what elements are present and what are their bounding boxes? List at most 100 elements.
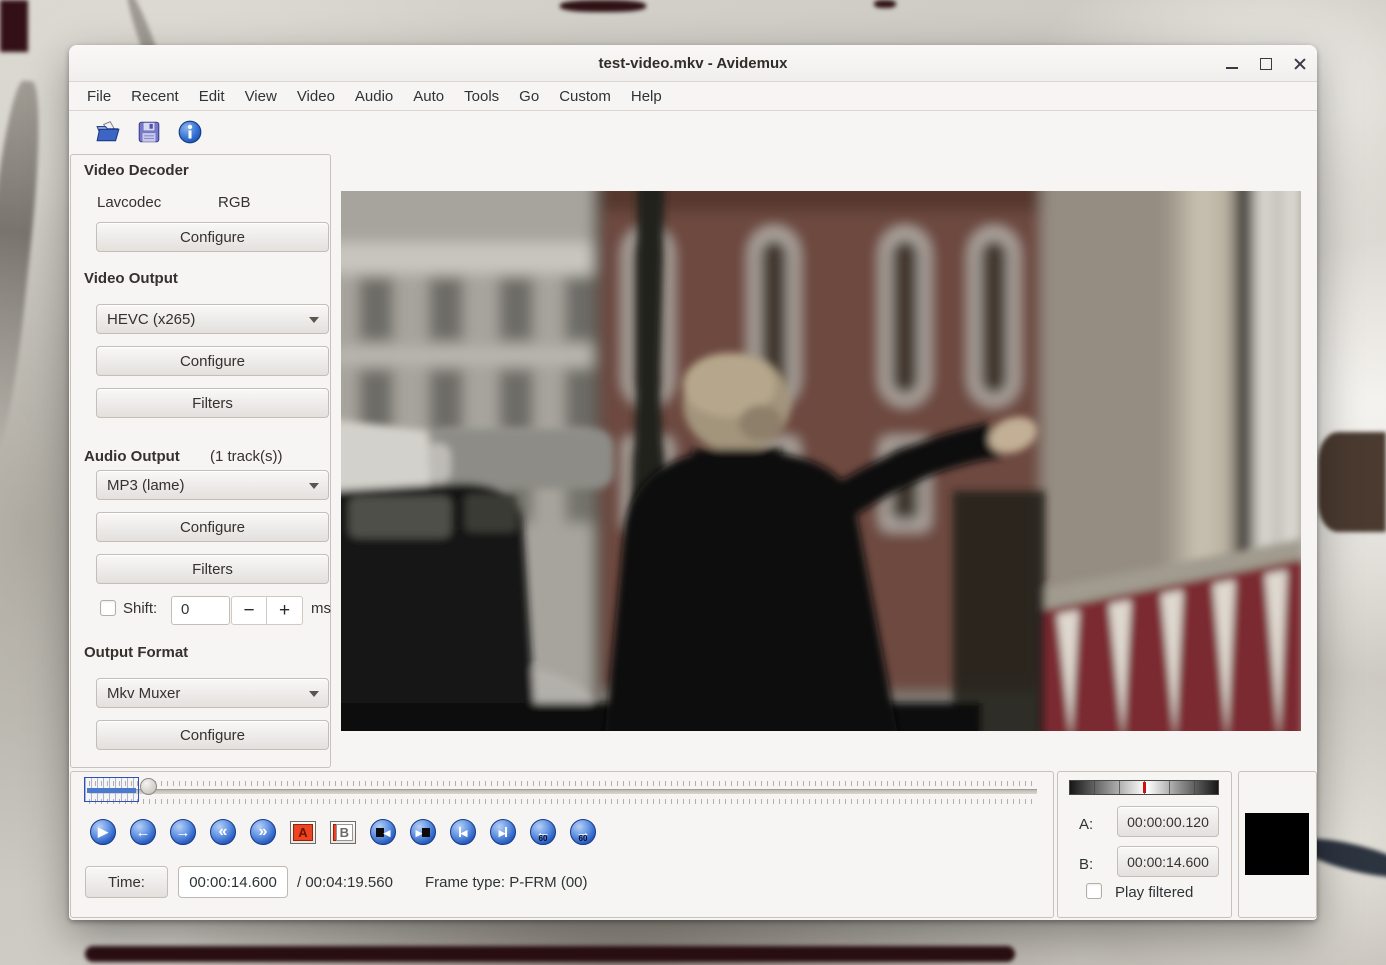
menu-edit[interactable]: Edit <box>189 83 235 110</box>
audio-output-heading: Audio Output <box>84 448 180 465</box>
mark-b-button[interactable]: B <box>330 821 356 844</box>
close-button[interactable] <box>1289 53 1311 75</box>
next-keyframe-button[interactable]: » <box>250 819 276 845</box>
information-button[interactable] <box>177 119 203 145</box>
open-file-button[interactable] <box>95 119 121 145</box>
seek-ticks-top <box>89 781 1037 786</box>
menu-tools[interactable]: Tools <box>454 83 509 110</box>
shift-value-input[interactable]: 0 <box>171 596 230 625</box>
double-arrow-left-icon: « <box>219 824 228 840</box>
mark-a-icon: A <box>293 824 313 841</box>
video-frame <box>341 191 1301 731</box>
play-filtered-label: Play filtered <box>1115 884 1193 901</box>
audio-meter-panel <box>1238 771 1317 918</box>
menu-audio[interactable]: Audio <box>345 83 403 110</box>
current-time-input[interactable]: 00:00:14.600 <box>178 866 288 898</box>
menu-file[interactable]: File <box>77 83 121 110</box>
time-selector-button[interactable]: Time: <box>85 866 168 898</box>
chevron-down-icon <box>309 691 319 702</box>
desktop-texture-vein <box>0 79 48 461</box>
seek-slider[interactable] <box>89 789 1037 794</box>
marker-b-label: B: <box>1079 856 1093 873</box>
black-frame-icon <box>376 828 384 837</box>
video-decoder-configure-button[interactable]: Configure <box>96 222 329 252</box>
video-decoder-engine: Lavcodec <box>97 194 161 211</box>
ab-selection-region[interactable] <box>84 777 139 802</box>
triangle-left-icon: ◂ <box>461 826 468 839</box>
save-icon <box>136 119 162 145</box>
video-decoder-mode: RGB <box>218 194 251 211</box>
audio-track-count: (1 track(s)) <box>210 448 283 465</box>
output-format-muxer-value: Mkv Muxer <box>107 685 180 702</box>
video-output-codec-value: HEVC (x265) <box>107 311 195 328</box>
info-icon <box>177 119 203 145</box>
shift-checkbox[interactable] <box>100 600 116 616</box>
mark-b-letter: B <box>336 824 353 841</box>
output-format-configure-button[interactable]: Configure <box>96 720 329 750</box>
output-format-heading: Output Format <box>84 644 188 661</box>
audio-output-configure-button[interactable]: Configure <box>96 512 329 542</box>
menu-recent[interactable]: Recent <box>121 83 189 110</box>
shift-label: Shift: <box>123 600 157 617</box>
black-frame-icon <box>422 828 430 837</box>
ab-selection-bar <box>87 788 136 793</box>
seek-ticks-bottom <box>89 799 1037 804</box>
desktop-texture-vein <box>874 0 896 8</box>
menubar: File Recent Edit View Video Audio Auto T… <box>69 83 1317 111</box>
codec-sidebar: Video Decoder Lavcodec RGB Configure Vid… <box>70 154 331 768</box>
avidemux-window: test-video.mkv - Avidemux File Recent Ed… <box>69 45 1317 920</box>
menu-view[interactable]: View <box>235 83 287 110</box>
marker-a-label: A: <box>1079 816 1093 833</box>
mark-a-button[interactable]: A <box>290 821 316 844</box>
menu-go[interactable]: Go <box>509 83 549 110</box>
ab-marker-panel: A: 00:00:00.120 B: 00:00:14.600 Play fil… <box>1057 771 1232 918</box>
titlebar[interactable]: test-video.mkv - Avidemux <box>69 45 1317 82</box>
menu-video[interactable]: Video <box>287 83 345 110</box>
desktop-texture-vein <box>560 0 646 12</box>
forward-one-minute-button[interactable]: →60 <box>570 819 596 845</box>
last-frame-button[interactable]: ▸ <box>490 819 516 845</box>
back-one-minute-button[interactable]: ←60 <box>530 819 556 845</box>
double-arrow-right-icon: » <box>259 824 268 840</box>
minimize-button[interactable] <box>1221 53 1243 75</box>
first-frame-button[interactable]: ◂ <box>450 819 476 845</box>
marker-b-time-button[interactable]: 00:00:14.600 <box>1117 846 1219 877</box>
video-output-configure-button[interactable]: Configure <box>96 346 329 376</box>
previous-keyframe-button[interactable]: « <box>210 819 236 845</box>
previous-frame-button[interactable]: ← <box>130 819 156 845</box>
play-button[interactable]: ▶ <box>90 819 116 845</box>
video-output-codec-select[interactable]: HEVC (x265) <box>96 304 329 334</box>
menu-auto[interactable]: Auto <box>403 83 454 110</box>
maximize-icon <box>1260 58 1272 70</box>
play-filtered-checkbox[interactable] <box>1086 883 1102 899</box>
video-output-heading: Video Output <box>84 270 178 287</box>
video-output-filters-button[interactable]: Filters <box>96 388 329 418</box>
triangle-left-icon: ◂ <box>384 826 391 839</box>
previous-black-frame-button[interactable]: ◂ <box>370 819 396 845</box>
marker-a-time-button[interactable]: 00:00:00.120 <box>1117 806 1219 837</box>
total-duration-label: / 00:04:19.560 <box>297 874 393 891</box>
sixty-seconds-label: 60 <box>539 834 548 843</box>
toolbar <box>69 112 1317 152</box>
arrow-left-icon: ← <box>136 825 151 840</box>
next-frame-button[interactable]: → <box>170 819 196 845</box>
menu-custom[interactable]: Custom <box>549 83 621 110</box>
arrow-right-icon: → <box>176 825 191 840</box>
bar-icon <box>505 827 507 837</box>
output-format-muxer-select[interactable]: Mkv Muxer <box>96 678 329 708</box>
audio-output-codec-select[interactable]: MP3 (lame) <box>96 470 329 500</box>
close-icon <box>1289 53 1311 75</box>
desktop-texture-vein <box>0 0 28 52</box>
save-button[interactable] <box>136 119 162 145</box>
seek-handle[interactable] <box>140 778 157 795</box>
audio-output-filters-button[interactable]: Filters <box>96 554 329 584</box>
next-black-frame-button[interactable]: ▸ <box>410 819 436 845</box>
open-icon <box>95 119 121 145</box>
shift-increment-button[interactable]: + <box>267 596 303 625</box>
volume-slider[interactable] <box>1069 780 1219 795</box>
shift-decrement-button[interactable]: − <box>231 596 267 625</box>
volume-marker <box>1143 782 1146 793</box>
minimize-icon <box>1226 67 1238 69</box>
menu-help[interactable]: Help <box>621 83 672 110</box>
maximize-button[interactable] <box>1255 53 1277 75</box>
